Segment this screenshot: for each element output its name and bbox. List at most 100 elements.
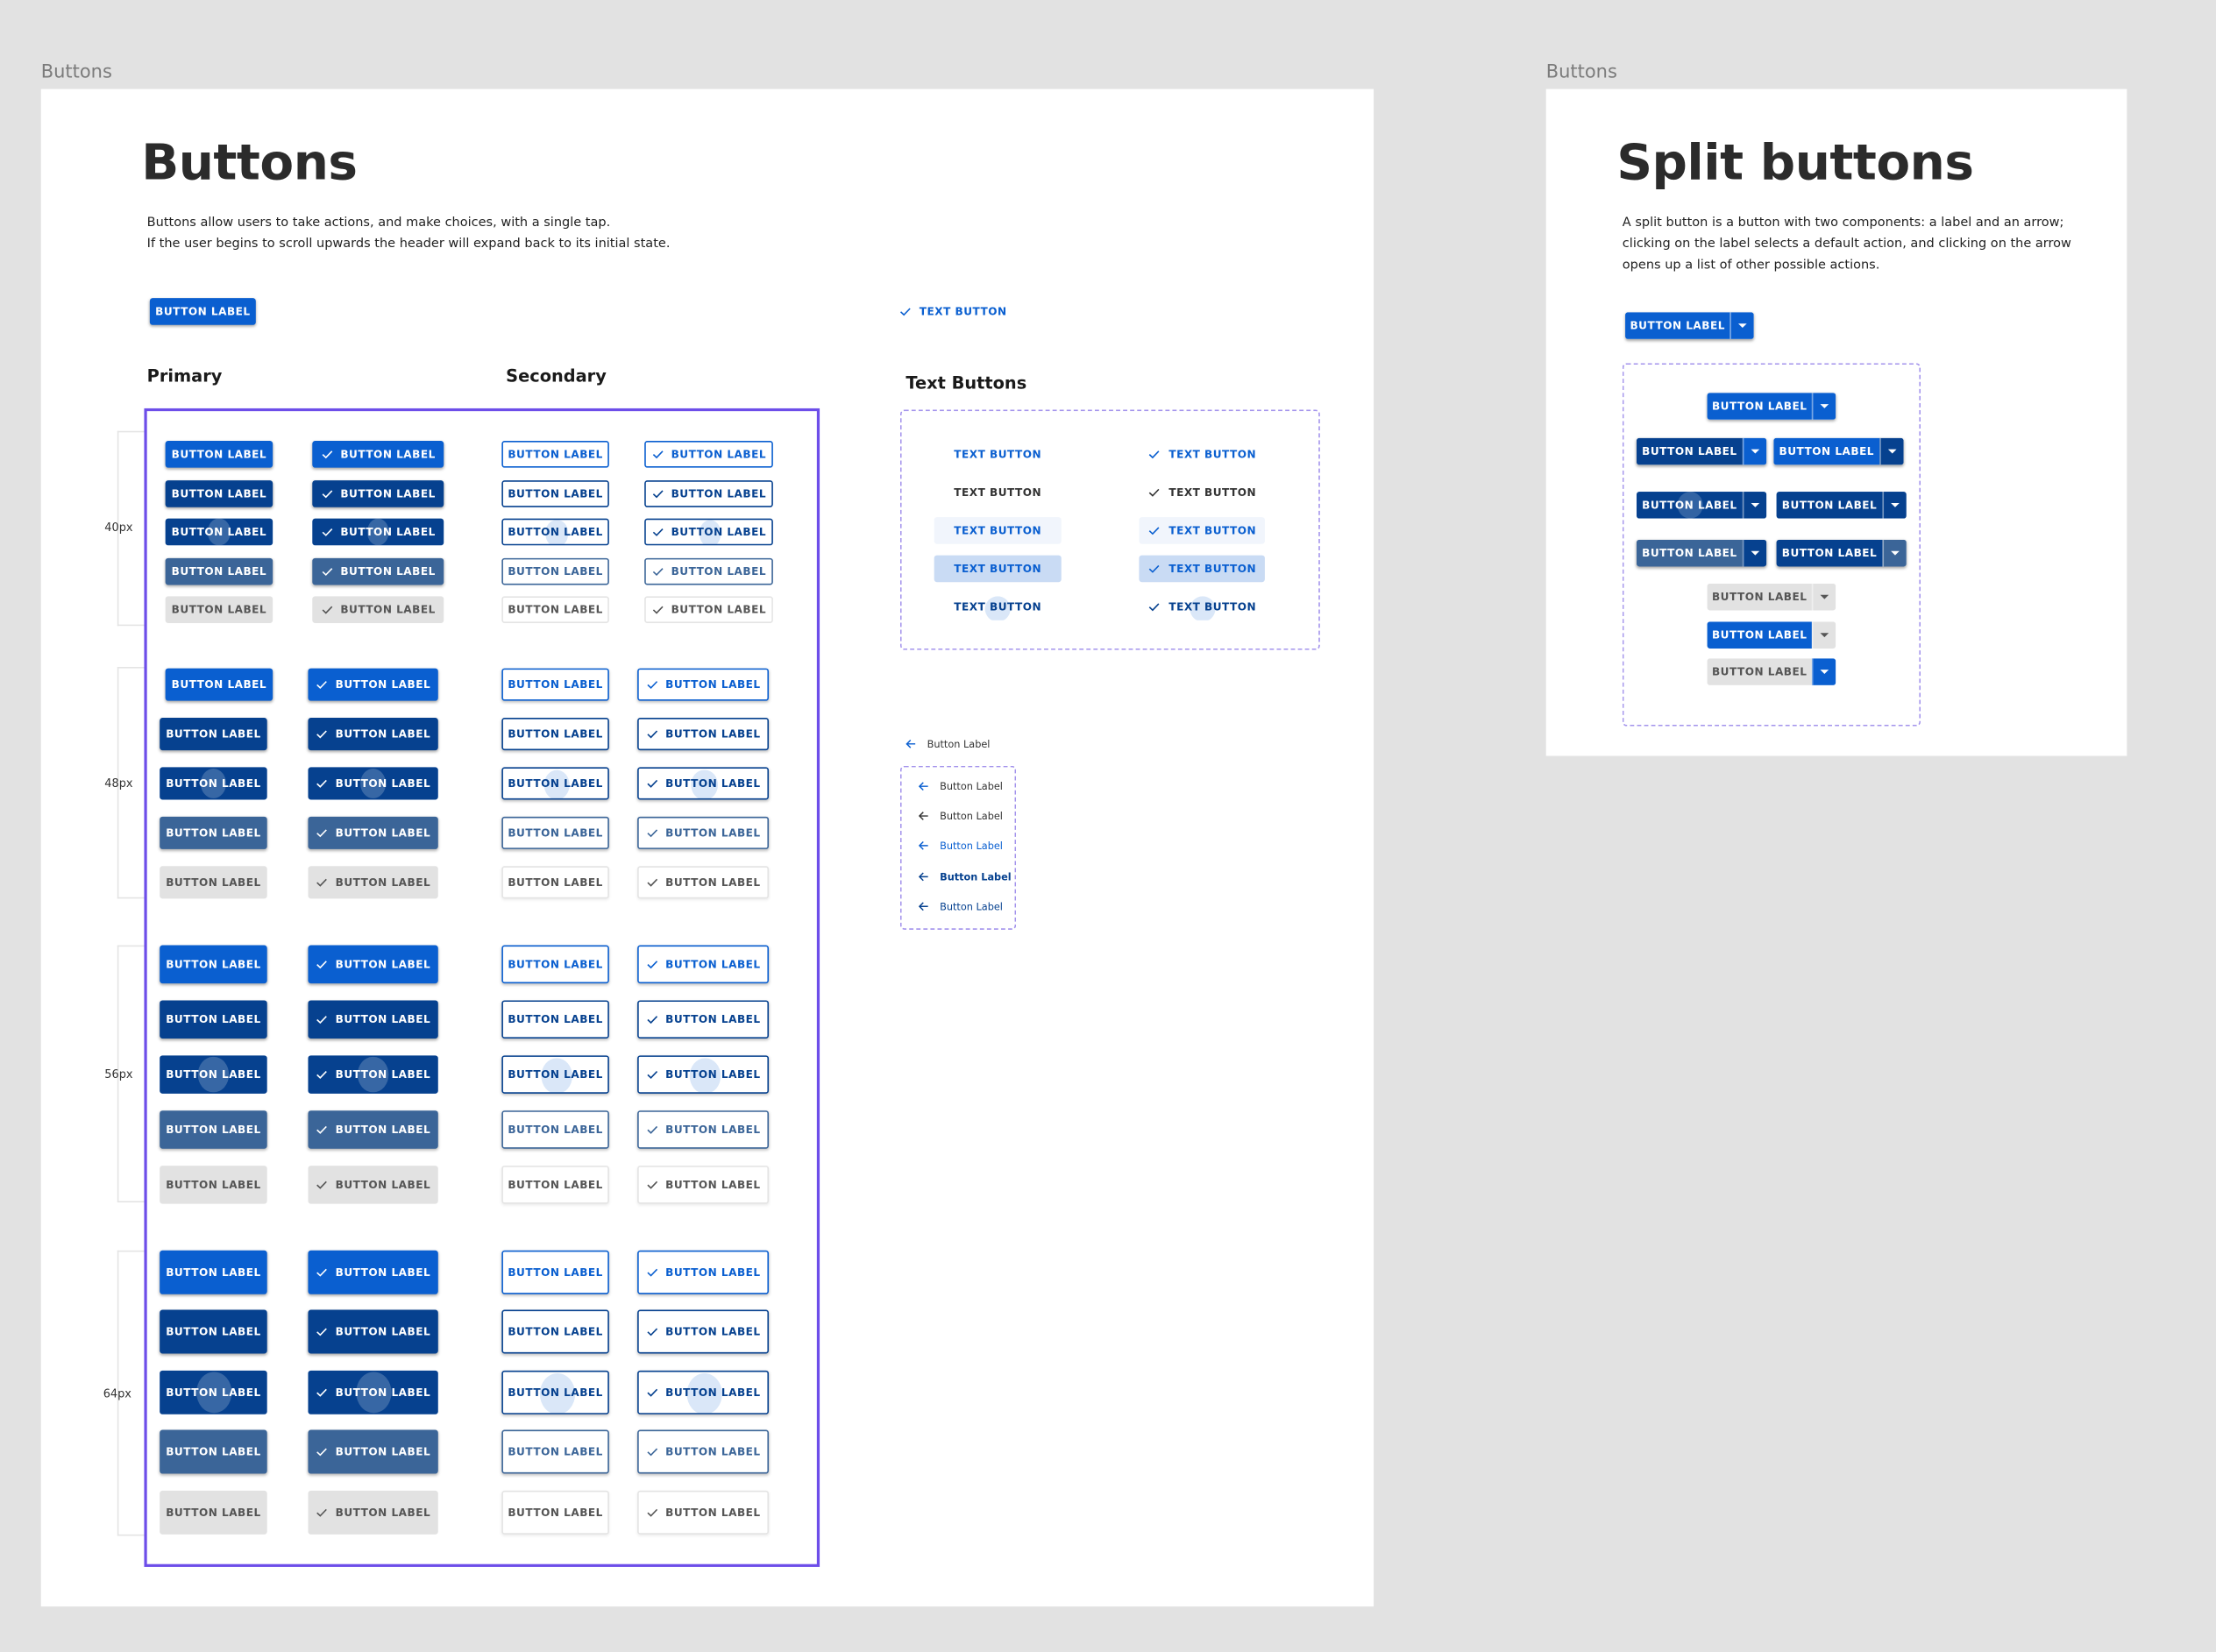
- secondary-toggle-button-enabled[interactable]: BUTTON LABEL: [637, 668, 770, 701]
- secondary-toggle-button-hover[interactable]: BUTTON LABEL: [637, 1000, 770, 1039]
- secondary-button-hover[interactable]: BUTTON LABEL: [501, 480, 609, 507]
- primary-toggle-button-disabled[interactable]: BUTTON LABEL: [312, 596, 444, 623]
- chevron-down-icon[interactable]: [1729, 312, 1754, 339]
- split-button-main[interactable]: BUTTON LABEL: [1707, 658, 1812, 685]
- chevron-down-icon[interactable]: [1742, 437, 1767, 465]
- primary-toggle-button-hover[interactable]: BUTTON LABEL: [308, 1309, 438, 1354]
- chevron-down-icon[interactable]: [1811, 621, 1836, 649]
- secondary-button-disabled[interactable]: BUTTON LABEL: [501, 1490, 609, 1535]
- primary-button-pressed[interactable]: BUTTON LABEL: [160, 816, 267, 849]
- primary-button-disabled[interactable]: BUTTON LABEL: [165, 596, 273, 623]
- secondary-button-focus[interactable]: BUTTON LABEL: [501, 1055, 609, 1094]
- secondary-button-disabled[interactable]: BUTTON LABEL: [501, 866, 609, 899]
- secondary-toggle-button-focus[interactable]: BUTTON LABEL: [637, 1370, 770, 1414]
- primary-button-hover[interactable]: BUTTON LABEL: [160, 717, 267, 751]
- primary-button-pressed[interactable]: BUTTON LABEL: [160, 1110, 267, 1149]
- primary-toggle-button-enabled[interactable]: BUTTON LABEL: [308, 945, 438, 984]
- sample-text-button[interactable]: TEXT BUTTON: [896, 300, 1009, 323]
- primary-button-enabled[interactable]: BUTTON LABEL: [165, 668, 273, 701]
- secondary-toggle-button-pressed[interactable]: BUTTON LABEL: [644, 557, 773, 585]
- secondary-button-hover[interactable]: BUTTON LABEL: [501, 1000, 609, 1039]
- primary-toggle-button-hover[interactable]: BUTTON LABEL: [308, 717, 438, 751]
- split-button-main-disabled[interactable]: BUTTON LABEL: [1707, 658, 1836, 685]
- secondary-button-enabled[interactable]: BUTTON LABEL: [501, 668, 609, 701]
- primary-toggle-button-enabled[interactable]: BUTTON LABEL: [308, 1250, 438, 1294]
- text-button-toggle-hover[interactable]: TEXT BUTTON: [1139, 479, 1264, 507]
- split-button-enabled[interactable]: BUTTON LABEL: [1707, 393, 1836, 420]
- primary-button-focus[interactable]: BUTTON LABEL: [160, 767, 267, 800]
- secondary-toggle-button-disabled[interactable]: BUTTON LABEL: [637, 866, 770, 899]
- split-button-focus-arrow[interactable]: BUTTON LABEL: [1776, 492, 1907, 519]
- split-button-sample[interactable]: BUTTON LABEL: [1625, 312, 1754, 339]
- primary-button-disabled[interactable]: BUTTON LABEL: [160, 866, 267, 899]
- secondary-toggle-button-pressed[interactable]: BUTTON LABEL: [637, 1429, 770, 1474]
- back-button-enabled[interactable]: Button Label: [917, 780, 1003, 793]
- primary-button-disabled[interactable]: BUTTON LABEL: [160, 1490, 267, 1535]
- primary-toggle-button-focus[interactable]: BUTTON LABEL: [308, 1370, 438, 1414]
- secondary-toggle-button-disabled[interactable]: BUTTON LABEL: [637, 1166, 770, 1204]
- primary-toggle-button-disabled[interactable]: BUTTON LABEL: [308, 1490, 438, 1535]
- primary-toggle-button-pressed[interactable]: BUTTON LABEL: [308, 1110, 438, 1149]
- secondary-toggle-button-pressed[interactable]: BUTTON LABEL: [637, 1110, 770, 1149]
- secondary-button-focus[interactable]: BUTTON LABEL: [501, 1370, 609, 1414]
- text-button-hover[interactable]: TEXT BUTTON: [934, 479, 1062, 507]
- primary-toggle-button-focus[interactable]: BUTTON LABEL: [308, 767, 438, 800]
- text-button-toggle-enabled[interactable]: TEXT BUTTON: [1139, 441, 1264, 468]
- back-button-pressed[interactable]: Button Label: [917, 870, 1012, 883]
- split-button-hover-main[interactable]: BUTTON LABEL: [1636, 437, 1767, 465]
- primary-toggle-button-disabled[interactable]: BUTTON LABEL: [308, 866, 438, 899]
- primary-button-enabled[interactable]: BUTTON LABEL: [160, 945, 267, 984]
- secondary-toggle-button-enabled[interactable]: BUTTON LABEL: [637, 1250, 770, 1294]
- primary-toggle-button-pressed[interactable]: BUTTON LABEL: [308, 816, 438, 849]
- primary-button-pressed[interactable]: BUTTON LABEL: [160, 1429, 267, 1474]
- secondary-toggle-button-disabled[interactable]: BUTTON LABEL: [637, 1490, 770, 1535]
- primary-toggle-button-pressed[interactable]: BUTTON LABEL: [312, 557, 444, 585]
- primary-button-hover[interactable]: BUTTON LABEL: [165, 480, 273, 507]
- secondary-toggle-button-hover[interactable]: BUTTON LABEL: [637, 717, 770, 751]
- back-button-focus[interactable]: Button Label: [917, 840, 1003, 853]
- split-button-hover-arrow[interactable]: BUTTON LABEL: [1773, 437, 1904, 465]
- primary-toggle-button-disabled[interactable]: BUTTON LABEL: [308, 1166, 438, 1204]
- chevron-down-icon[interactable]: [1742, 492, 1767, 519]
- split-button-pressed-main[interactable]: BUTTON LABEL: [1636, 539, 1767, 567]
- chevron-down-icon[interactable]: [1882, 539, 1907, 567]
- chevron-down-icon[interactable]: [1811, 583, 1836, 611]
- chevron-down-icon[interactable]: [1811, 658, 1836, 685]
- split-button-disabled[interactable]: BUTTON LABEL: [1707, 583, 1836, 611]
- text-button-toggle-pressed[interactable]: TEXT BUTTON: [1139, 555, 1265, 583]
- secondary-toggle-button-focus[interactable]: BUTTON LABEL: [644, 518, 773, 546]
- secondary-toggle-button-pressed[interactable]: BUTTON LABEL: [637, 816, 770, 849]
- primary-button-disabled[interactable]: BUTTON LABEL: [160, 1166, 267, 1204]
- chevron-down-icon[interactable]: [1811, 393, 1836, 420]
- split-button-focus-main[interactable]: BUTTON LABEL: [1636, 492, 1767, 519]
- split-button-main[interactable]: BUTTON LABEL: [1776, 492, 1883, 519]
- back-button-hover[interactable]: Button Label: [917, 810, 1003, 823]
- primary-button-hover[interactable]: BUTTON LABEL: [160, 1309, 267, 1354]
- split-button-main[interactable]: BUTTON LABEL: [1636, 539, 1743, 567]
- primary-button-focus[interactable]: BUTTON LABEL: [160, 1370, 267, 1414]
- chevron-down-icon[interactable]: [1879, 437, 1904, 465]
- primary-toggle-button-enabled[interactable]: BUTTON LABEL: [308, 668, 438, 701]
- secondary-toggle-button-focus[interactable]: BUTTON LABEL: [637, 1055, 770, 1094]
- split-button-main[interactable]: BUTTON LABEL: [1773, 437, 1880, 465]
- secondary-button-focus[interactable]: BUTTON LABEL: [501, 767, 609, 800]
- split-button-main[interactable]: BUTTON LABEL: [1707, 583, 1812, 611]
- primary-toggle-button-hover[interactable]: BUTTON LABEL: [312, 480, 444, 507]
- secondary-toggle-button-hover[interactable]: BUTTON LABEL: [644, 480, 773, 507]
- primary-button-enabled[interactable]: BUTTON LABEL: [160, 1250, 267, 1294]
- chevron-down-icon[interactable]: [1882, 492, 1907, 519]
- text-button-enabled[interactable]: TEXT BUTTON: [934, 441, 1062, 468]
- split-button-main[interactable]: BUTTON LABEL: [1636, 437, 1743, 465]
- secondary-button-pressed[interactable]: BUTTON LABEL: [501, 557, 609, 585]
- primary-toggle-button-focus[interactable]: BUTTON LABEL: [312, 518, 444, 546]
- secondary-button-disabled[interactable]: BUTTON LABEL: [501, 596, 609, 623]
- secondary-toggle-button-hover[interactable]: BUTTON LABEL: [637, 1309, 770, 1354]
- secondary-button-pressed[interactable]: BUTTON LABEL: [501, 1110, 609, 1149]
- secondary-button-pressed[interactable]: BUTTON LABEL: [501, 816, 609, 849]
- sample-primary-button[interactable]: BUTTON LABEL: [149, 298, 256, 325]
- split-button-main[interactable]: BUTTON LABEL: [1625, 312, 1730, 339]
- primary-button-enabled[interactable]: BUTTON LABEL: [165, 441, 273, 468]
- secondary-button-enabled[interactable]: BUTTON LABEL: [501, 945, 609, 984]
- primary-toggle-button-pressed[interactable]: BUTTON LABEL: [308, 1429, 438, 1474]
- secondary-button-enabled[interactable]: BUTTON LABEL: [501, 441, 609, 468]
